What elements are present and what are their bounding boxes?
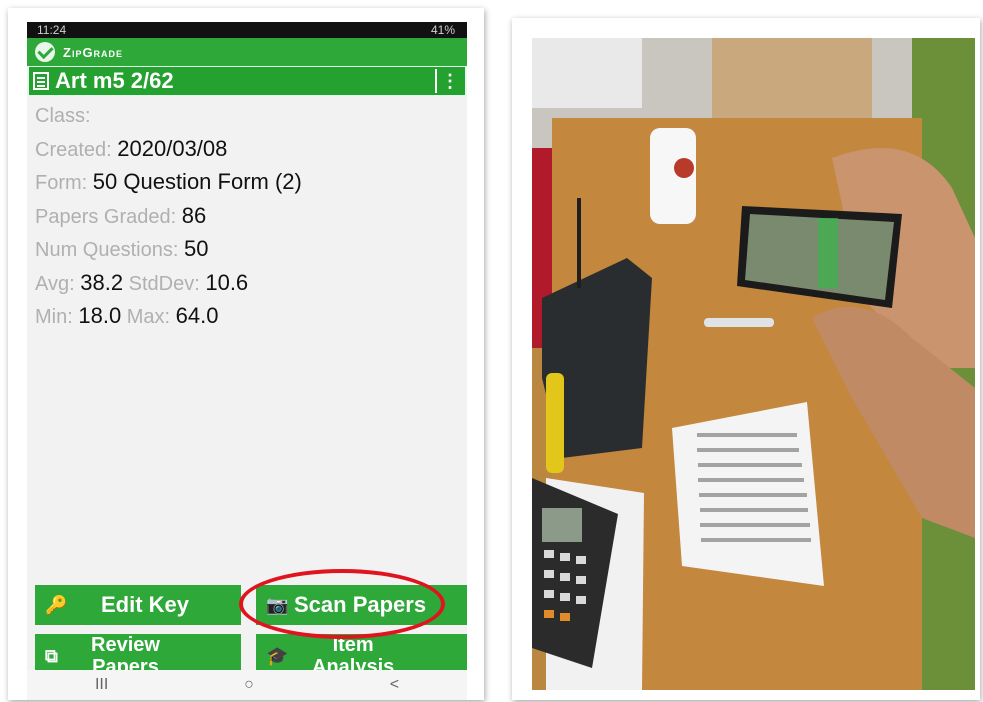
status-battery: 41% xyxy=(430,23,455,37)
photo-panel xyxy=(512,18,980,700)
zipgrade-logo-icon xyxy=(35,42,55,62)
android-nav-bar: III ○ < xyxy=(27,670,467,700)
papers-graded-row: Papers Graded: 86 xyxy=(35,199,467,233)
max-label: Max: xyxy=(126,306,171,328)
document-icon xyxy=(33,72,49,90)
status-bar: 11:24 41% xyxy=(27,22,467,38)
red-highlight-circle xyxy=(239,569,445,639)
microphone-stem xyxy=(577,198,581,288)
stddev-value: 10.6 xyxy=(205,269,249,295)
stddev-label: StdDev: xyxy=(128,272,200,295)
min-value: 18.0 xyxy=(78,303,122,328)
phone-screen: 11:24 41% ZipGrade Art m5 2/62 ⋮ Class: … xyxy=(27,22,467,700)
form-row: Form: 50 Question Form (2) xyxy=(35,165,467,199)
calculator-display xyxy=(542,508,582,542)
edit-key-button[interactable]: 🔑 Edit Key xyxy=(35,585,241,625)
num-questions-row: Num Questions: 50 xyxy=(35,232,467,266)
created-row: Created: 2020/03/08 xyxy=(35,132,467,166)
min-max-row: Min: 18.0 Max: 64.0 xyxy=(35,299,467,333)
glue-bottle xyxy=(546,373,564,473)
num-questions-value: 50 xyxy=(183,236,209,261)
min-label: Min: xyxy=(35,306,73,328)
created-label: Created: xyxy=(35,138,112,161)
scanning-photo xyxy=(532,38,975,690)
papers-graded-label: Papers Graded: xyxy=(35,205,177,228)
papers-graded-value: 86 xyxy=(181,202,207,228)
review-label-line1: Review xyxy=(91,634,160,656)
app-brand: ZipGrade xyxy=(63,44,124,60)
class-row: Class: xyxy=(35,98,467,132)
printer-shape xyxy=(532,38,642,108)
status-time: 11:24 xyxy=(37,23,67,37)
recent-apps-button[interactable]: III xyxy=(95,676,108,694)
phone-screenshot-panel: 11:24 41% ZipGrade Art m5 2/62 ⋮ Class: … xyxy=(8,8,484,700)
quiz-title-bar: Art m5 2/62 ⋮ xyxy=(28,66,466,96)
form-value: 50 Question Form (2) xyxy=(92,169,302,194)
quiz-details: Class: Created: 2020/03/08 Form: 50 Ques… xyxy=(27,96,467,333)
phone-green-ui xyxy=(818,218,838,288)
graduation-cap-icon: 🎓 xyxy=(266,645,289,666)
mug-logo xyxy=(674,158,694,178)
edit-key-label: Edit Key xyxy=(101,592,190,617)
back-button[interactable]: < xyxy=(390,676,399,694)
pen xyxy=(704,318,774,327)
overflow-menu-button[interactable]: ⋮ xyxy=(435,69,463,93)
quiz-title: Art m5 2/62 xyxy=(55,68,174,93)
avg-label: Avg: xyxy=(35,272,75,295)
key-icon: 🔑 xyxy=(45,594,68,615)
form-label: Form: xyxy=(35,172,88,194)
review-papers-icon: ⧉ xyxy=(45,645,58,666)
photo-illustration xyxy=(532,38,975,690)
home-button[interactable]: ○ xyxy=(244,676,254,694)
avg-row: Avg: 38.2 StdDev: 10.6 xyxy=(35,266,467,300)
avg-value: 38.2 xyxy=(80,269,124,295)
class-label: Class: xyxy=(35,105,91,127)
num-questions-label: Num Questions: xyxy=(35,239,179,261)
created-value: 2020/03/08 xyxy=(117,135,228,161)
max-value: 64.0 xyxy=(175,303,219,328)
app-header: ZipGrade xyxy=(27,38,467,66)
